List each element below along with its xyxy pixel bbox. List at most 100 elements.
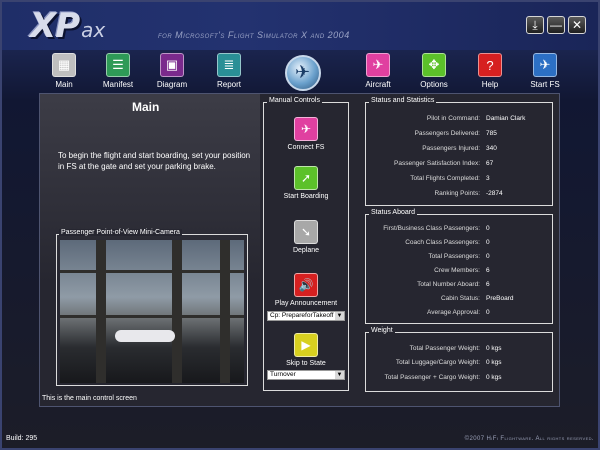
- chevron-down-icon: ▼: [335, 371, 344, 379]
- options-icon: ✥: [422, 53, 446, 77]
- stat-label: First/Business Class Passengers:: [383, 225, 480, 232]
- status-statistics-group: Status and Statistics Pilot in Command: D…: [365, 97, 553, 206]
- stat-value: 785: [486, 130, 497, 137]
- stat-label: Total Number Aboard:: [417, 281, 480, 288]
- toolbar-aircraft-button[interactable]: ✈ Aircraft: [356, 53, 400, 89]
- stat-value: Damian Clark: [486, 115, 526, 122]
- toolbar-main-label: Main: [55, 80, 73, 89]
- stat-label: Coach Class Passengers:: [405, 239, 480, 246]
- toolbar-help-button[interactable]: ? Help: [468, 53, 512, 89]
- skip-to-state-button[interactable]: ▶ Skip to State: [264, 333, 348, 367]
- mini-camera-view: [60, 240, 244, 383]
- play-announcement-label: Play Announcement: [274, 300, 338, 307]
- speaker-icon: 🔊: [294, 273, 318, 297]
- logo-text: XP: [30, 6, 80, 46]
- stat-value: 0 kgs: [486, 345, 502, 352]
- start-boarding-label: Start Boarding: [283, 193, 329, 200]
- title-bar: XP ax for Microsoft's Flight Simulator X …: [2, 2, 598, 50]
- chevron-down-icon: ▼: [335, 312, 344, 320]
- close-button[interactable]: ✕: [568, 16, 586, 34]
- stat-value: PreBoard: [486, 295, 514, 302]
- toolbar-diagram-button[interactable]: ▣ Diagram: [150, 53, 194, 89]
- toolbar-options-button[interactable]: ✥ Options: [412, 53, 456, 89]
- mini-camera-caption: Passenger Point-of-View Mini-Camera: [59, 229, 182, 236]
- app-tagline: for Microsoft's Flight Simulator X and 2…: [158, 30, 350, 40]
- stat-label: Total Luggage/Cargo Weight:: [395, 359, 480, 366]
- toolbar-options-label: Options: [420, 80, 448, 89]
- toolbar-start-fs-label: Start FS: [530, 80, 560, 89]
- stat-label: Passengers Delivered:: [414, 130, 480, 137]
- stat-value: 0: [486, 253, 490, 260]
- stat-label: Ranking Points:: [434, 190, 480, 197]
- weight-caption: Weight: [369, 327, 395, 334]
- main-panel: Main To begin the flight and start board…: [39, 93, 560, 407]
- window-pillar: [172, 240, 182, 383]
- main-icon: ▦: [52, 53, 76, 77]
- announcement-select-value: Cp: PrepareforTakeoff: [270, 312, 334, 319]
- stat-label: Passenger Satisfaction Index:: [394, 160, 480, 167]
- stat-value: 0: [486, 225, 490, 232]
- stat-value: 0: [486, 239, 490, 246]
- download-icon[interactable]: ⤓: [526, 16, 544, 34]
- stat-label: Total Passengers:: [428, 253, 480, 260]
- window-frame: [60, 270, 244, 273]
- state-select[interactable]: Turnover ▼: [267, 370, 345, 380]
- page-title: Main: [132, 100, 160, 114]
- stat-label: Passengers Injured:: [422, 145, 480, 152]
- toolbar-diagram-label: Diagram: [156, 80, 188, 89]
- stat-label: Total Flights Completed:: [410, 175, 480, 182]
- intro-text: To begin the flight and start boarding, …: [58, 151, 251, 171]
- deplane-label: Deplane: [292, 247, 320, 254]
- aircraft-icon: ✈: [366, 53, 390, 77]
- deplane-icon: ➘: [294, 220, 318, 244]
- footer: Build: 295 ©2007 HiFi Flightware. All ri…: [2, 434, 598, 448]
- stat-value: 67: [486, 160, 494, 167]
- status-statistics-caption: Status and Statistics: [369, 97, 437, 104]
- start-fs-icon: ✈: [533, 53, 557, 77]
- mini-camera-group: Passenger Point-of-View Mini-Camera: [56, 229, 248, 386]
- status-aboard-caption: Status Aboard: [369, 209, 417, 216]
- weight-group: Weight Total Passenger Weight: 0 kgs Tota…: [365, 327, 553, 392]
- toolbar-report-button[interactable]: ≣ Report: [207, 53, 251, 89]
- toolbar-start-fs-button[interactable]: ✈ Start FS: [523, 53, 567, 89]
- stat-value: 3: [486, 175, 490, 182]
- airplane-icon: ✈: [294, 117, 318, 141]
- window-controls: ⤓ — ✕: [526, 16, 586, 34]
- stat-label: Pilot in Command:: [426, 115, 480, 122]
- stat-value: 0 kgs: [486, 374, 502, 381]
- toolbar-help-label: Help: [481, 80, 499, 89]
- connect-fs-button[interactable]: ✈ Connect FS: [264, 117, 348, 151]
- stat-label: Crew Members:: [434, 267, 480, 274]
- toolbar-manifest-label: Manifest: [102, 80, 134, 89]
- globe-logo-icon: [285, 55, 321, 91]
- stat-label: Total Passenger Weight:: [409, 345, 480, 352]
- copyright-text: ©2007 HiFi Flightware. All rights reserv…: [464, 436, 594, 442]
- window-pillar: [220, 240, 230, 383]
- airplane-image: [115, 330, 175, 342]
- stat-label: Average Approval:: [427, 309, 480, 316]
- state-select-value: Turnover: [270, 371, 296, 378]
- build-number: Build: 295: [6, 435, 38, 442]
- report-icon: ≣: [217, 53, 241, 77]
- play-announcement-button[interactable]: 🔊 Play Announcement: [264, 273, 348, 307]
- start-boarding-button[interactable]: ➚ Start Boarding: [264, 166, 348, 200]
- window-pillar: [96, 240, 106, 383]
- toolbar-main-button[interactable]: ▦ Main: [42, 53, 86, 89]
- stat-label: Cabin Status:: [440, 295, 480, 302]
- diagram-icon: ▣: [160, 53, 184, 77]
- minimize-button[interactable]: —: [547, 16, 565, 34]
- play-icon: ▶: [294, 333, 318, 357]
- toolbar-manifest-button[interactable]: ☰ Manifest: [96, 53, 140, 89]
- help-icon: ?: [478, 53, 502, 77]
- app-logo: XP ax: [30, 6, 105, 46]
- logo-subtext: ax: [81, 18, 106, 42]
- stat-value: 6: [486, 281, 490, 288]
- toolbar-aircraft-label: Aircraft: [365, 80, 391, 89]
- boarding-icon: ➚: [294, 166, 318, 190]
- deplane-button[interactable]: ➘ Deplane: [264, 220, 348, 254]
- skip-to-state-label: Skip to State: [286, 360, 326, 367]
- announcement-select[interactable]: Cp: PrepareforTakeoff ▼: [267, 311, 345, 321]
- status-line: This is the main control screen: [42, 395, 137, 402]
- stat-value: -2874: [486, 190, 503, 197]
- manual-controls-caption: Manual Controls: [267, 97, 322, 104]
